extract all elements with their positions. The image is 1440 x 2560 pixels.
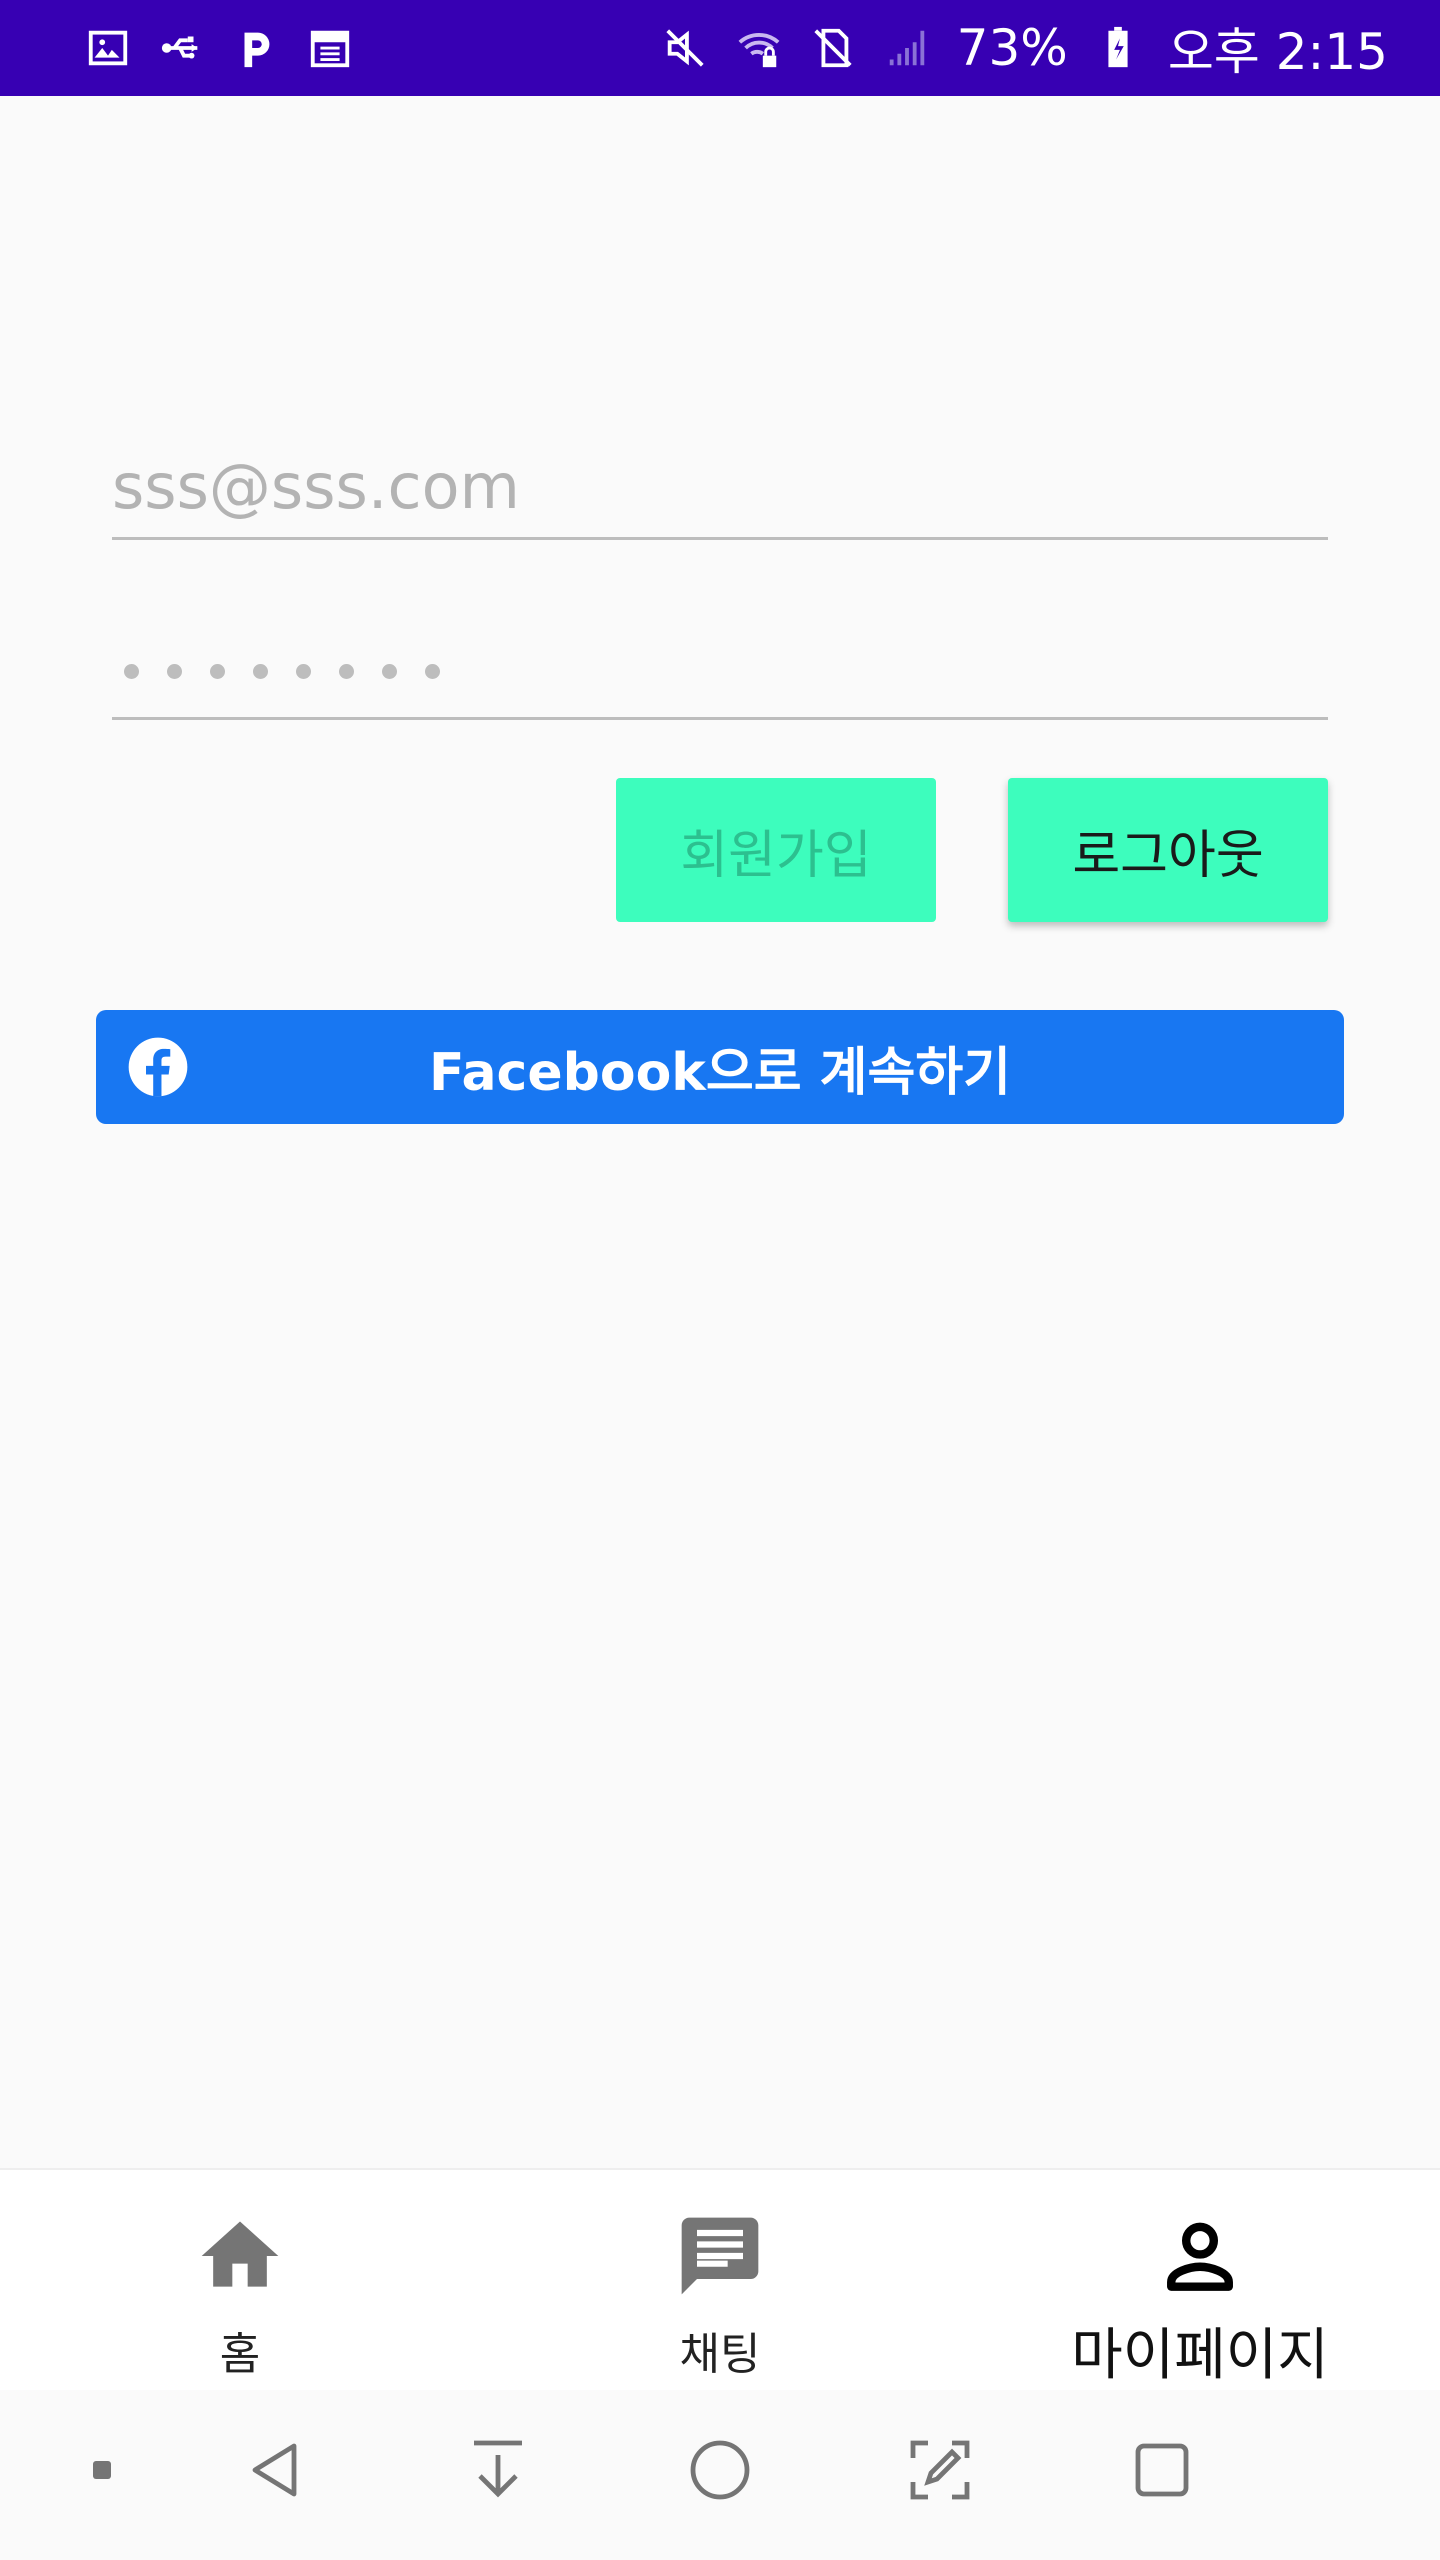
system-nav-bar [0, 2390, 1440, 2560]
password-dot [253, 664, 268, 679]
logout-button[interactable]: 로그아웃 [1008, 778, 1328, 922]
email-value: sss@sss.com [112, 450, 520, 523]
signup-button[interactable]: 회원가입 [616, 778, 936, 922]
no-sim-icon [809, 24, 857, 72]
bottom-nav: 홈 채팅 마이페이지 [0, 2168, 1440, 2390]
home-icon [194, 2210, 286, 2306]
password-dot [167, 664, 182, 679]
logout-label: 로그아웃 [1072, 825, 1264, 886]
nav-label-chat: 채팅 [679, 2329, 761, 2380]
nav-label-mypage: 마이페이지 [1071, 2323, 1329, 2388]
facebook-icon [128, 1037, 188, 1097]
dot-icon[interactable] [62, 2430, 142, 2510]
nav-label-home: 홈 [219, 2329, 261, 2380]
home-circle-icon[interactable] [680, 2430, 760, 2510]
p-app-icon [232, 24, 280, 72]
facebook-login-label: Facebook으로 계속하기 [428, 1042, 1012, 1103]
nav-item-chat[interactable]: 채팅 [480, 2170, 960, 2390]
screen: 73% 오후 2:15 sss@sss.com 회원가입 로그아웃 Facebo… [0, 0, 1440, 2560]
edit-screenshot-icon[interactable] [900, 2430, 980, 2510]
calendar-icon [306, 24, 354, 72]
signal-icon [883, 24, 931, 72]
battery-charging-icon [1094, 24, 1142, 72]
nav-item-home[interactable]: 홈 [0, 2170, 480, 2390]
status-bar-left [84, 24, 354, 72]
usb-icon [158, 24, 206, 72]
person-icon [1154, 2210, 1246, 2306]
download-icon[interactable] [458, 2430, 538, 2510]
wifi-lock-icon [735, 24, 783, 72]
password-field[interactable] [112, 620, 1328, 720]
chat-icon [674, 2210, 766, 2306]
password-dot [425, 664, 440, 679]
password-dot [210, 664, 225, 679]
mute-icon [661, 24, 709, 72]
gallery-icon [84, 24, 132, 72]
password-dot [296, 664, 311, 679]
email-field[interactable]: sss@sss.com [112, 440, 1328, 540]
password-dot [124, 664, 139, 679]
recents-icon[interactable] [1122, 2430, 1202, 2510]
status-bar: 73% 오후 2:15 [0, 0, 1440, 96]
clock: 오후 2:15 [1167, 23, 1388, 81]
back-icon[interactable] [236, 2430, 316, 2510]
battery-percent: 73% [956, 19, 1068, 77]
nav-item-mypage[interactable]: 마이페이지 [960, 2170, 1440, 2390]
password-dot [382, 664, 397, 679]
password-dot [339, 664, 354, 679]
status-bar-right: 73% 오후 2:15 [661, 12, 1388, 84]
password-mask [124, 664, 440, 679]
signup-label: 회원가입 [680, 825, 872, 886]
facebook-login-button[interactable]: Facebook으로 계속하기 [96, 1010, 1344, 1124]
